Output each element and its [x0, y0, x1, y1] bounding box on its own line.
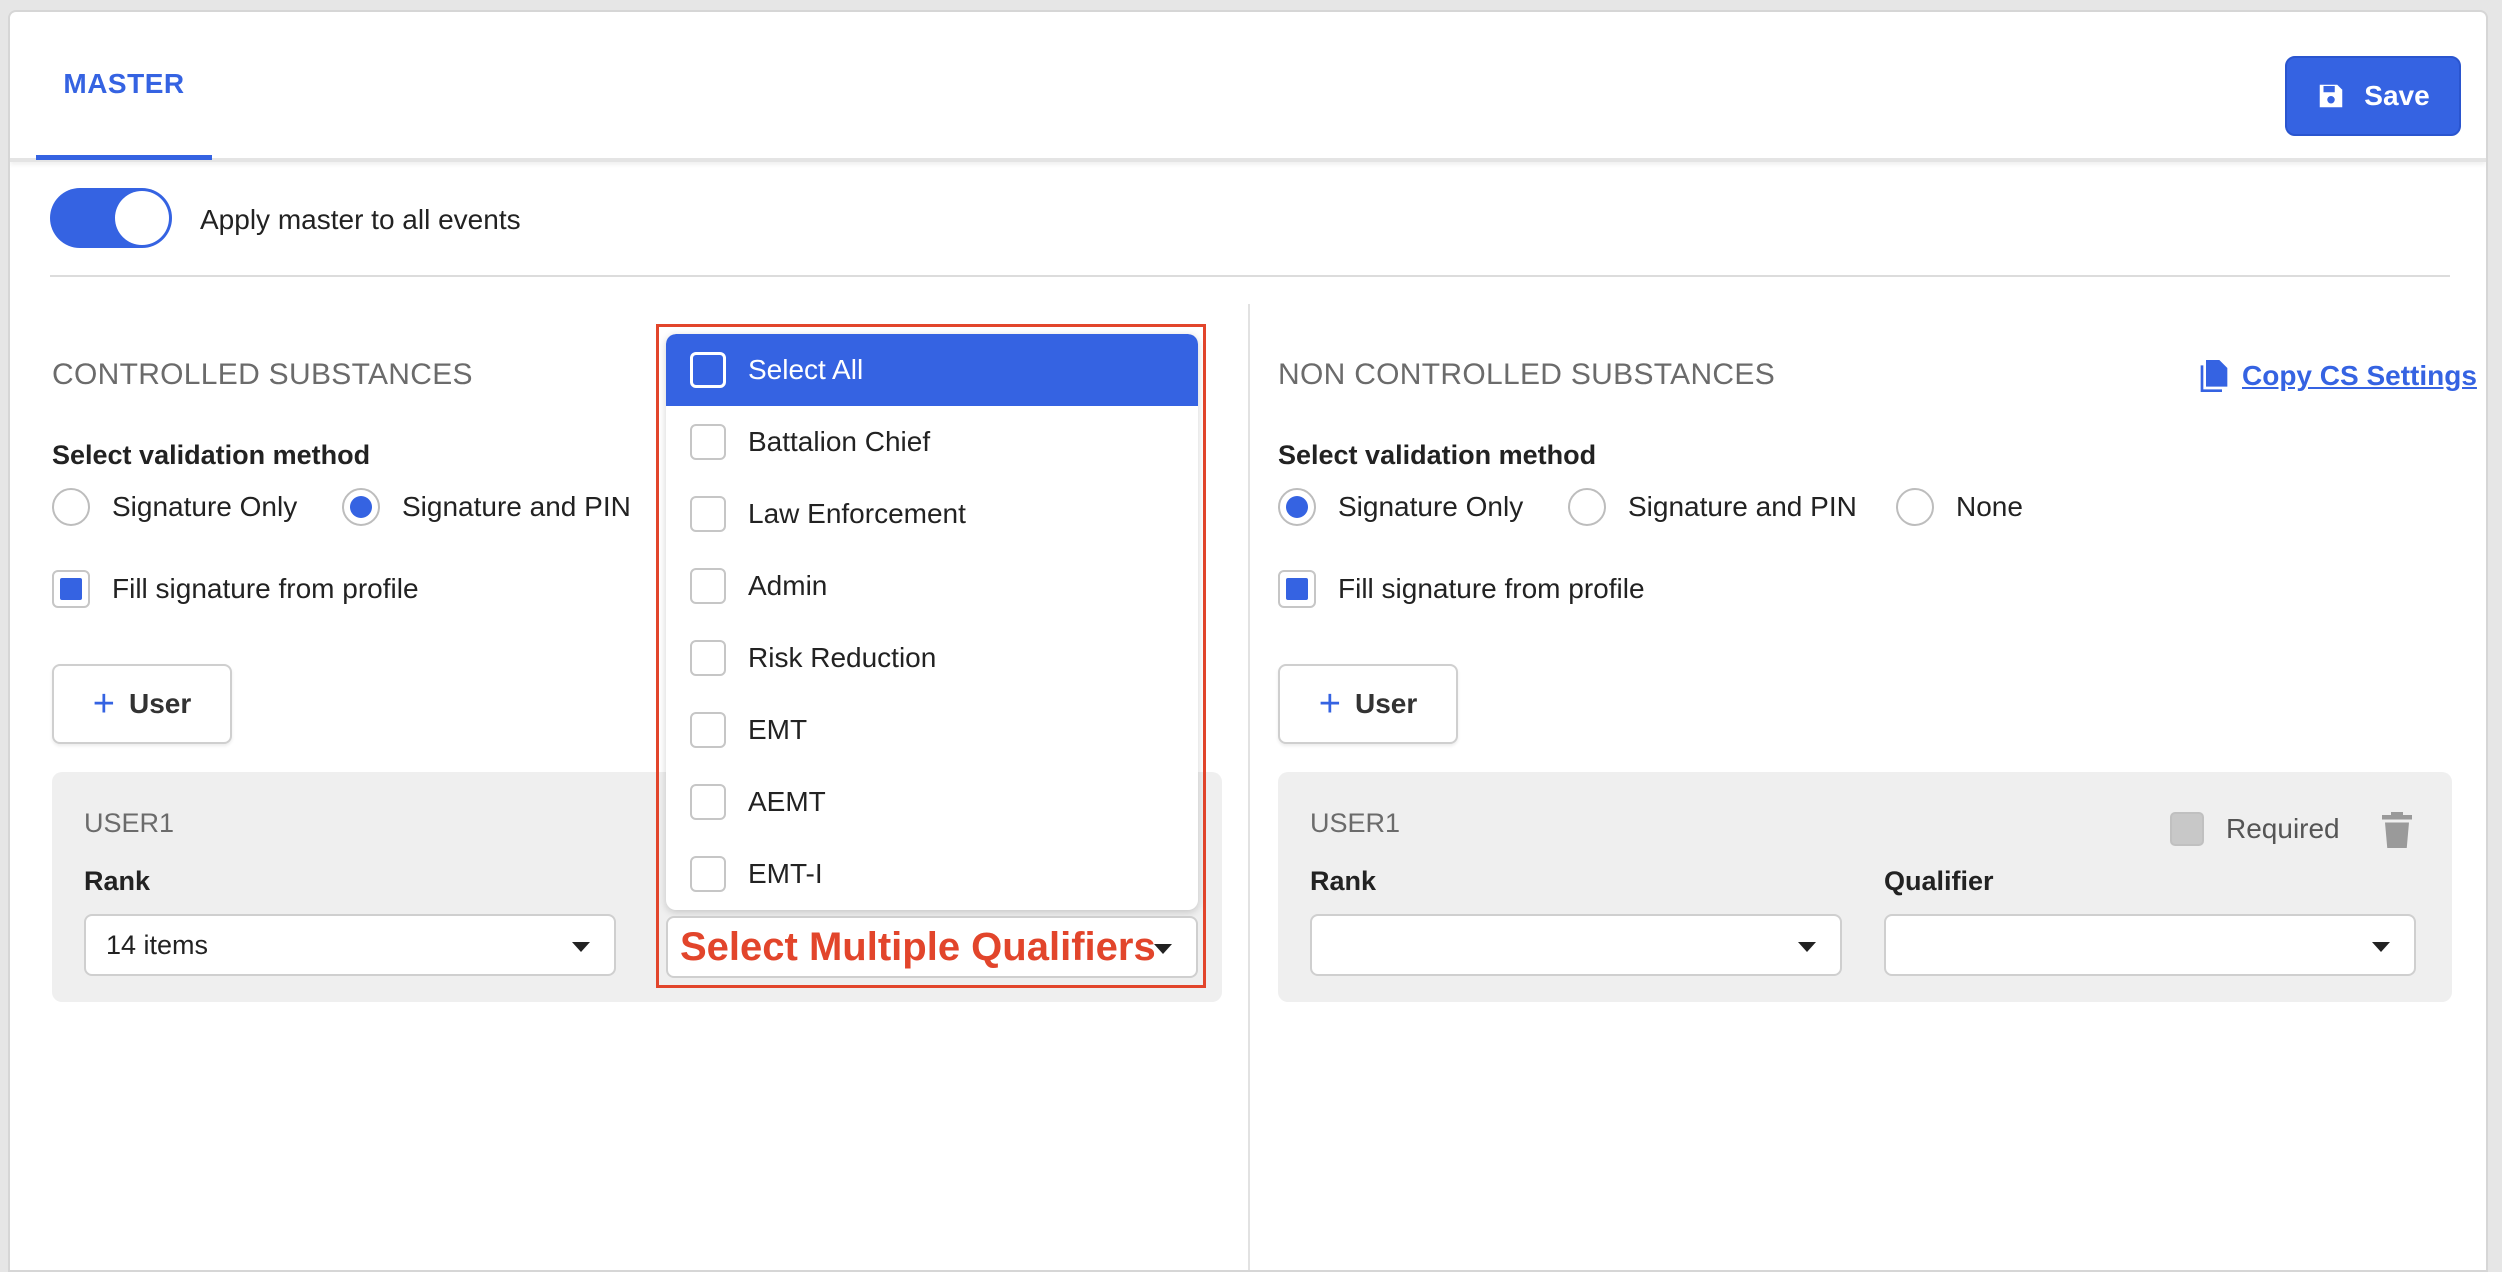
option-label: Battalion Chief	[748, 426, 931, 457]
rank-select[interactable]: 14 items	[84, 914, 616, 976]
rank-label: Rank	[1310, 866, 1377, 896]
chevron-down-icon	[572, 942, 590, 952]
option-label: Select All	[748, 354, 864, 385]
floppy-disk-icon	[2320, 84, 2343, 108]
plus-icon: +	[92, 683, 115, 725]
radio-label: Signature Only	[112, 491, 298, 522]
radio-label: Signature and PIN	[402, 491, 631, 522]
radio-label: Signature Only	[1338, 491, 1524, 522]
copy-cs-settings-link[interactable]: Copy CS Settings	[2200, 360, 2477, 392]
checkbox-label: Fill signature from profile	[112, 573, 419, 604]
apply-master-label: Apply master to all events	[200, 204, 521, 235]
non-controlled-validation-heading: Select validation method	[1278, 440, 1597, 470]
dropdown-option-select-all[interactable]: Select All	[666, 334, 1198, 406]
checkbox[interactable]	[690, 568, 726, 604]
nc-radio-none[interactable]: None	[1896, 488, 2023, 526]
option-label: AEMT	[748, 786, 826, 817]
plus-icon: +	[1318, 683, 1341, 725]
checkbox[interactable]	[690, 424, 726, 460]
nc-radio-signature-pin[interactable]: Signature and PIN	[1568, 488, 1857, 526]
controlled-add-user-button[interactable]: + User	[52, 664, 232, 744]
annotation-text: Select Multiple Qualifiers	[680, 924, 1156, 969]
nc-user-card: USER1 Rank Qualifier	[1278, 772, 2452, 1002]
column-divider	[1248, 304, 1250, 1270]
dropdown-option[interactable]: EMT-I	[666, 838, 1198, 910]
dropdown-option[interactable]: AEMT	[666, 766, 1198, 838]
checkbox-disabled[interactable]	[2170, 812, 2204, 846]
dropdown-option[interactable]: Risk Reduction	[666, 622, 1198, 694]
option-label: EMT	[748, 714, 808, 745]
checkbox[interactable]	[52, 570, 90, 608]
dropdown-option[interactable]: Admin	[666, 550, 1198, 622]
non-controlled-substances-title: NON CONTROLLED SUBSTANCES	[1278, 358, 1776, 391]
checkbox[interactable]	[690, 640, 726, 676]
header-bar: MASTER Save	[10, 12, 2486, 162]
controlled-radio-signature-only[interactable]: Signature Only	[52, 488, 297, 526]
chevron-down-icon	[1798, 942, 1816, 952]
toggle-knob	[115, 191, 169, 245]
dropdown-option[interactable]: Law Enforcement	[666, 478, 1198, 550]
save-button-label: Save	[2364, 80, 2430, 111]
save-button[interactable]: Save	[2285, 56, 2461, 136]
user-name: USER1	[84, 808, 175, 838]
rank-label: Rank	[84, 866, 151, 896]
rank-select-value: 14 items	[106, 929, 209, 960]
checkbox[interactable]	[690, 352, 726, 388]
add-user-label: User	[1354, 688, 1418, 719]
checkbox[interactable]	[690, 856, 726, 892]
radio-button-selected[interactable]	[342, 488, 380, 526]
tab-master[interactable]: MASTER	[36, 12, 212, 160]
nc-required-checkbox[interactable]: Required	[2170, 812, 2340, 846]
dropdown-option[interactable]: Battalion Chief	[666, 406, 1198, 478]
controlled-substances-title: CONTROLLED SUBSTANCES	[52, 358, 473, 391]
radio-label: None	[1956, 491, 2023, 522]
qualifier-select[interactable]: Select Multiple Qualifiers	[666, 916, 1198, 978]
checkbox[interactable]	[690, 496, 726, 532]
qualifier-dropdown-menu: Select All Battalion Chief Law Enforceme…	[666, 334, 1198, 910]
dropdown-option[interactable]: EMT	[666, 694, 1198, 766]
required-label: Required	[2226, 813, 2340, 844]
controlled-radio-signature-pin[interactable]: Signature and PIN	[342, 488, 631, 526]
radio-button[interactable]	[52, 488, 90, 526]
divider	[50, 275, 2450, 277]
checkbox[interactable]	[690, 712, 726, 748]
option-label: Risk Reduction	[748, 642, 937, 673]
option-label: EMT-I	[748, 858, 823, 889]
nc-qualifier-select[interactable]	[1884, 914, 2416, 976]
nc-add-user-button[interactable]: + User	[1278, 664, 1458, 744]
radio-button[interactable]	[1896, 488, 1934, 526]
chevron-down-icon	[1154, 944, 1172, 954]
checkbox[interactable]	[1278, 570, 1316, 608]
nc-radio-signature-only[interactable]: Signature Only	[1278, 488, 1523, 526]
radio-button-selected[interactable]	[1278, 488, 1316, 526]
option-label: Admin	[748, 570, 828, 601]
settings-window: MASTER Save Apply master to all events C…	[8, 10, 2488, 1272]
checkbox[interactable]	[690, 784, 726, 820]
trash-icon[interactable]	[2380, 812, 2414, 848]
radio-label: Signature and PIN	[1628, 491, 1857, 522]
chevron-down-icon	[2372, 942, 2390, 952]
controlled-validation-heading: Select validation method	[52, 440, 371, 470]
copy-link-label: Copy CS Settings	[2242, 360, 2477, 391]
qualifier-label: Qualifier	[1884, 866, 1994, 896]
option-label: Law Enforcement	[748, 498, 966, 529]
apply-master-toggle[interactable]	[50, 188, 172, 248]
nc-rank-select[interactable]	[1310, 914, 1842, 976]
radio-button[interactable]	[1568, 488, 1606, 526]
controlled-fill-signature-checkbox[interactable]: Fill signature from profile	[52, 570, 419, 608]
copy-icon	[2200, 360, 2228, 392]
add-user-label: User	[128, 688, 192, 719]
nc-fill-signature-checkbox[interactable]: Fill signature from profile	[1278, 570, 1645, 608]
checkbox-label: Fill signature from profile	[1338, 573, 1645, 604]
user-name: USER1	[1310, 808, 1401, 838]
